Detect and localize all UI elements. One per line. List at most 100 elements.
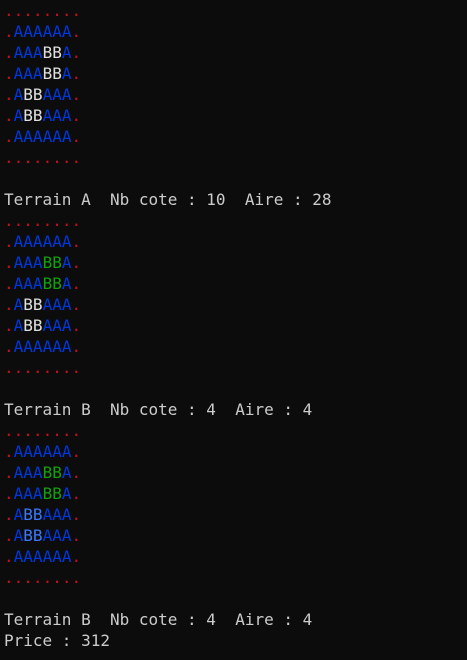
empty-cell: . xyxy=(4,316,14,335)
grid-block-3: ........ .AAAAAA. .AAABBA. .AAABBA. .ABBAAA.… xyxy=(4,420,467,651)
empty-cell: . xyxy=(42,211,53,230)
grid-row: ........ xyxy=(4,567,467,588)
plot-cell-A: A xyxy=(42,547,53,566)
price-line: Price : 312 xyxy=(4,631,110,650)
empty-cell: . xyxy=(4,43,14,62)
plot-cell-A: A xyxy=(13,232,24,251)
plot-cell-A: A xyxy=(23,64,33,83)
plot-cell-B: B xyxy=(52,253,62,272)
empty-cell: . xyxy=(4,337,14,356)
plot-cell-A: A xyxy=(32,547,43,566)
empty-cell: . xyxy=(4,85,14,104)
plot-cell-A: A xyxy=(52,295,62,314)
empty-cell: . xyxy=(71,253,82,272)
grid-row: .ABBAAA. xyxy=(4,294,467,315)
grid-block-2: ........ .AAAAAA. .AAABBA. .AAABBA. .ABBAAA.… xyxy=(4,210,467,420)
plot-cell-A: A xyxy=(52,442,62,461)
empty-cell: . xyxy=(71,484,82,503)
grid-row: .AAABBA. xyxy=(4,483,467,504)
empty-cell: . xyxy=(32,148,43,167)
plot-cell-A: A xyxy=(13,253,24,272)
plot-cell-A: A xyxy=(52,526,62,545)
plot-cell-A: A xyxy=(13,505,24,524)
plot-cell-A: A xyxy=(42,442,53,461)
plot-cell-A: A xyxy=(42,106,53,125)
empty-cell: . xyxy=(4,547,14,566)
grid-row: .ABBAAA. xyxy=(4,525,467,546)
plot-cell-B: B xyxy=(23,106,33,125)
empty-cell: . xyxy=(71,442,82,461)
plot-cell-A: A xyxy=(13,43,24,62)
plot-cell-B: B xyxy=(42,253,53,272)
empty-cell: . xyxy=(32,211,43,230)
plot-cell-B: B xyxy=(42,484,53,503)
plot-cell-A: A xyxy=(13,442,24,461)
plot-cell-A: A xyxy=(13,337,24,356)
empty-cell: . xyxy=(4,274,14,293)
plot-cell-A: A xyxy=(32,43,43,62)
plot-cell-B: B xyxy=(23,526,33,545)
plot-cell-A: A xyxy=(42,526,53,545)
empty-cell: . xyxy=(71,463,82,482)
plot-cell-B: B xyxy=(23,505,33,524)
terrain-summary-line: Terrain B Nb cote : 4 Aire : 4 xyxy=(4,400,313,419)
empty-cell: . xyxy=(71,568,82,587)
plot-cell-A: A xyxy=(13,316,24,335)
empty-cell: . xyxy=(71,526,82,545)
empty-cell: . xyxy=(13,211,24,230)
plot-cell-A: A xyxy=(32,337,43,356)
grid-block-1: ........ .AAAAAA. .AAABBA. .AAABBA. .ABBAAA.… xyxy=(4,0,467,210)
plot-cell-A: A xyxy=(32,232,43,251)
empty-cell: . xyxy=(13,1,24,20)
empty-cell: . xyxy=(23,148,33,167)
empty-cell: . xyxy=(23,1,33,20)
empty-cell: . xyxy=(23,421,33,440)
plot-cell-A: A xyxy=(13,526,24,545)
empty-cell: . xyxy=(71,337,82,356)
plot-cell-B: B xyxy=(52,463,62,482)
plot-cell-A: A xyxy=(23,253,33,272)
plot-cell-A: A xyxy=(42,232,53,251)
empty-cell: . xyxy=(52,211,62,230)
empty-cell: . xyxy=(13,568,24,587)
plot-cell-A: A xyxy=(52,22,62,41)
empty-cell: . xyxy=(42,568,53,587)
empty-cell: . xyxy=(32,1,43,20)
plot-cell-B: B xyxy=(42,463,53,482)
empty-cell: . xyxy=(4,463,14,482)
empty-cell: . xyxy=(71,295,82,314)
empty-cell: . xyxy=(71,22,82,41)
grid-row: .AAAAAA. xyxy=(4,336,467,357)
grid-row: .AAABBA. xyxy=(4,63,467,84)
plot-cell-A: A xyxy=(32,484,43,503)
empty-cell: . xyxy=(23,358,33,377)
empty-cell: . xyxy=(71,148,82,167)
empty-cell: . xyxy=(32,421,43,440)
empty-cell: . xyxy=(71,1,82,20)
empty-cell: . xyxy=(71,127,82,146)
empty-cell: . xyxy=(71,547,82,566)
plot-cell-A: A xyxy=(13,85,24,104)
grid-row: .AAABBA. xyxy=(4,462,467,483)
plot-cell-B: B xyxy=(42,43,53,62)
plot-cell-A: A xyxy=(23,43,33,62)
plot-cell-A: A xyxy=(32,442,43,461)
empty-cell: . xyxy=(4,526,14,545)
plot-cell-A: A xyxy=(42,85,53,104)
empty-cell: . xyxy=(71,106,82,125)
empty-cell: . xyxy=(4,106,14,125)
plot-cell-A: A xyxy=(52,316,62,335)
plot-cell-A: A xyxy=(13,64,24,83)
plot-cell-A: A xyxy=(13,463,24,482)
plot-cell-A: A xyxy=(32,64,43,83)
plot-cell-A: A xyxy=(42,295,53,314)
plot-cell-A: A xyxy=(42,127,53,146)
empty-cell: . xyxy=(23,211,33,230)
plot-cell-B: B xyxy=(32,316,43,335)
plot-cell-B: B xyxy=(42,274,53,293)
empty-cell: . xyxy=(52,358,62,377)
grid-row: .ABBAAA. xyxy=(4,315,467,336)
empty-cell: . xyxy=(4,127,14,146)
plot-cell-B: B xyxy=(52,64,62,83)
grid-row: .AAABBA. xyxy=(4,273,467,294)
